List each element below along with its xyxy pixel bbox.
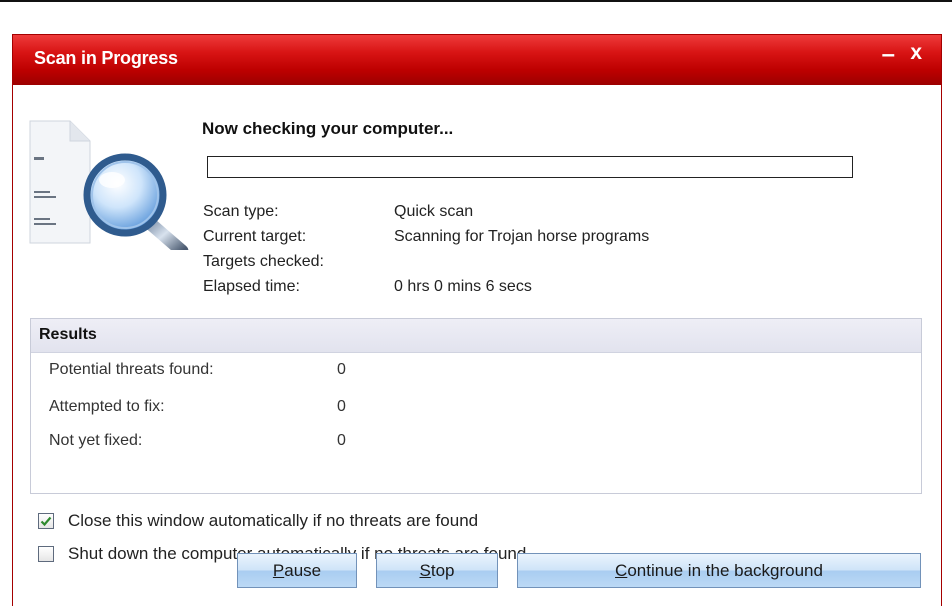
targets-checked-label: Targets checked: <box>203 253 324 270</box>
window-content: Now checking your computer... Scan type:… <box>13 85 941 606</box>
close-window-label[interactable]: Close this window automatically if no th… <box>68 511 478 531</box>
scan-type-label: Scan type: <box>203 203 279 220</box>
title-bar[interactable]: Scan in Progress – x <box>13 35 941 85</box>
current-target-value: Scanning for Trojan horse programs <box>394 228 650 245</box>
checkmark-icon <box>40 516 52 527</box>
close-window-checkbox[interactable] <box>38 513 54 529</box>
elapsed-time-value: 0 hrs 0 mins 6 secs <box>394 278 532 295</box>
not-yet-fixed-value: 0 <box>337 432 346 449</box>
continue-button-mnemonic: C <box>615 560 628 580</box>
threats-found-label: Potential threats found: <box>49 361 214 378</box>
pause-button-label: ause <box>284 560 322 580</box>
elapsed-time-label: Elapsed time: <box>203 278 300 295</box>
attempted-fix-value: 0 <box>337 398 346 415</box>
scan-progress-window: Scan in Progress – x Now checking your c… <box>12 34 942 606</box>
continue-background-button[interactable]: Continue in the background <box>517 553 921 588</box>
close-button[interactable]: x <box>910 41 922 65</box>
stop-button-mnemonic: S <box>419 560 431 580</box>
top-border-line <box>0 0 952 2</box>
attempted-fix-label: Attempted to fix: <box>49 398 165 415</box>
stop-button-label: top <box>430 560 455 580</box>
threats-found-value: 0 <box>337 361 346 378</box>
window-title: Scan in Progress <box>34 48 178 68</box>
current-target-label: Current target: <box>203 228 307 245</box>
shutdown-checkbox[interactable] <box>38 546 54 562</box>
pause-button-mnemonic: P <box>272 560 285 580</box>
scan-heading: Now checking your computer... <box>202 119 454 138</box>
pause-button[interactable]: Pause <box>237 553 357 588</box>
results-panel: Results Potential threats found: 0 Attem… <box>30 318 922 494</box>
not-yet-fixed-label: Not yet fixed: <box>49 432 143 449</box>
magnifier-over-document-icon <box>29 120 189 250</box>
scan-type-value: Quick scan <box>394 203 474 220</box>
minimize-button[interactable]: – <box>882 41 895 69</box>
continue-button-label: ontinue in the background <box>627 560 823 580</box>
results-title: Results <box>39 326 97 343</box>
results-header: Results <box>31 319 921 353</box>
stop-button[interactable]: Stop <box>376 553 498 588</box>
scan-progress-bar <box>207 156 853 178</box>
